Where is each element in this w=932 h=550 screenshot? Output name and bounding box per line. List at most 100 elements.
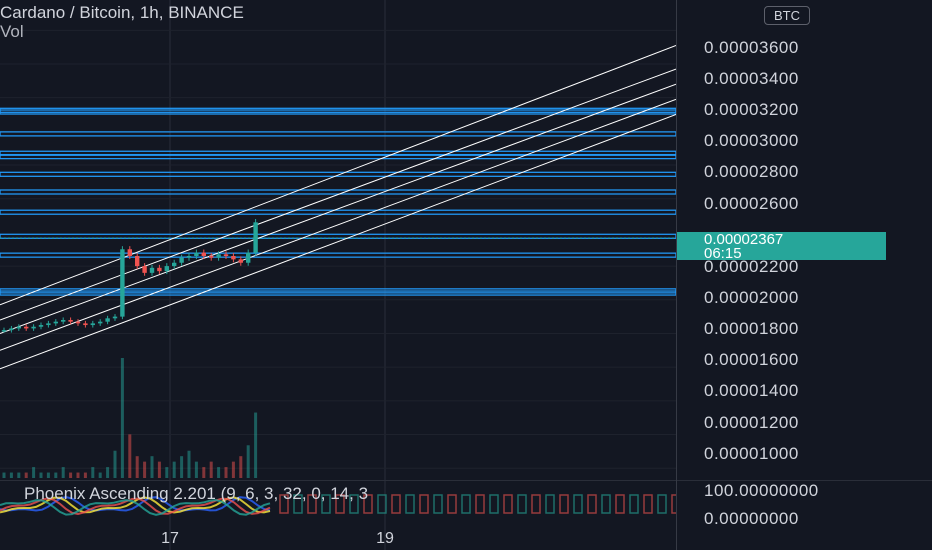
volume-bar: [202, 467, 206, 478]
currency-badge[interactable]: BTC: [764, 6, 810, 25]
channel-line: [0, 98, 676, 351]
price-tick: 0.00002800: [704, 162, 799, 181]
channel-line: [0, 114, 676, 370]
candle-body: [231, 256, 236, 260]
level-line: [0, 209, 676, 215]
volume-bar: [32, 467, 36, 478]
volume-bar: [239, 456, 243, 478]
symbol-title: Cardano / Bitcoin, 1h, BINANCE: [0, 3, 244, 22]
candle-body: [105, 318, 110, 322]
candle-body: [179, 257, 184, 263]
candle-body: [83, 323, 88, 326]
price-tick: 0.00003400: [704, 69, 799, 88]
candle-body: [135, 256, 140, 267]
price-tick: 0.00003600: [704, 38, 799, 57]
indicator-block: [615, 494, 625, 514]
volume-bar: [113, 450, 117, 478]
indicator-block: [419, 494, 429, 514]
candle-body: [238, 259, 243, 263]
volume-bar: [83, 472, 87, 478]
price-tick: 0.00002000: [704, 288, 799, 307]
main-chart-pane[interactable]: Cardano / Bitcoin, 1h, BINANCE Vol Phoen…: [0, 0, 676, 550]
candle-body: [53, 321, 58, 324]
indicator-block: [545, 494, 555, 514]
candle-body: [24, 326, 29, 329]
volume-bar: [187, 450, 191, 478]
price-axis[interactable]: BTC 0.00003600 0.00003400 0.00003200 0.0…: [676, 0, 932, 550]
indicator-tick: 0.00000000: [704, 509, 799, 528]
price-tick: 0.00001400: [704, 381, 799, 400]
volume-bar: [2, 472, 6, 478]
indicator-block: [531, 494, 541, 514]
candle-body: [253, 222, 258, 253]
current-price-badge: 0.00002367 06:15: [677, 232, 886, 261]
indicator-block: [657, 494, 667, 514]
candle-body: [9, 328, 14, 331]
price-tick: 0.00003200: [704, 100, 799, 119]
price-tick: 0.00001000: [704, 444, 799, 463]
volume-bar: [165, 467, 169, 478]
candle-body: [209, 256, 214, 258]
level-line: [0, 171, 676, 177]
volume-bar: [217, 467, 221, 478]
indicator-block: [461, 494, 471, 514]
price-chart-svg[interactable]: [0, 0, 676, 550]
candle-body: [142, 266, 147, 273]
volume-bar: [17, 472, 21, 478]
indicator-title: Phoenix Ascending 2.201 (9, 6, 3, 32, 0,…: [24, 484, 369, 503]
volume-bar: [69, 472, 73, 478]
candle-body: [246, 252, 251, 263]
candle-body: [201, 252, 206, 256]
volume-bar: [224, 467, 228, 478]
indicator-block: [559, 494, 569, 514]
price-tick: 0.00001200: [704, 413, 799, 432]
candle-body: [75, 321, 81, 324]
indicator-block: [447, 494, 457, 514]
time-label: 17: [161, 530, 179, 547]
indicator-block: [601, 494, 611, 514]
indicator-block: [391, 494, 401, 514]
price-tick: 0.00002600: [704, 194, 799, 213]
price-tick: 0.00003000: [704, 131, 799, 150]
candle-body: [120, 249, 125, 317]
indicator-block: [517, 494, 527, 514]
volume-bar: [76, 472, 80, 478]
candle-body: [68, 320, 73, 322]
volume-bar: [150, 456, 154, 478]
indicator-block: [503, 494, 513, 514]
candle-body: [38, 325, 44, 327]
candle-body: [157, 267, 162, 272]
volume-bar: [143, 461, 147, 478]
symbol-legend: Cardano / Bitcoin, 1h, BINANCE Vol: [0, 4, 244, 40]
candle-body: [194, 252, 199, 256]
candle-body: [164, 266, 169, 272]
volume-bar: [120, 358, 124, 478]
candle-body: [16, 326, 21, 329]
volume-bar: [24, 472, 28, 478]
indicator-block: [475, 494, 485, 514]
level-line: [0, 131, 676, 137]
volume-bar: [194, 461, 198, 478]
volume-bar: [231, 461, 235, 478]
candle-body: [149, 267, 155, 273]
price-tick: 0.00001800: [704, 319, 799, 338]
volume-bar: [254, 412, 258, 478]
indicator-block: [405, 494, 415, 514]
volume-bar: [46, 472, 50, 478]
indicator-block: [629, 494, 639, 514]
time-label: 19: [376, 530, 394, 547]
candle-body: [31, 326, 36, 329]
volume-bar: [9, 472, 13, 478]
volume-bar: [157, 461, 161, 478]
volume-bar: [106, 467, 110, 478]
candle-body: [186, 256, 192, 258]
level-line: [0, 252, 676, 258]
volume-bar: [246, 445, 250, 478]
price-tick: 0.00001600: [704, 350, 799, 369]
candle-body: [216, 254, 221, 258]
volume-bar: [180, 456, 184, 478]
volume-bar: [39, 472, 43, 478]
volume-bar: [128, 434, 132, 478]
indicator-block: [573, 494, 583, 514]
volume-bar: [54, 472, 58, 478]
